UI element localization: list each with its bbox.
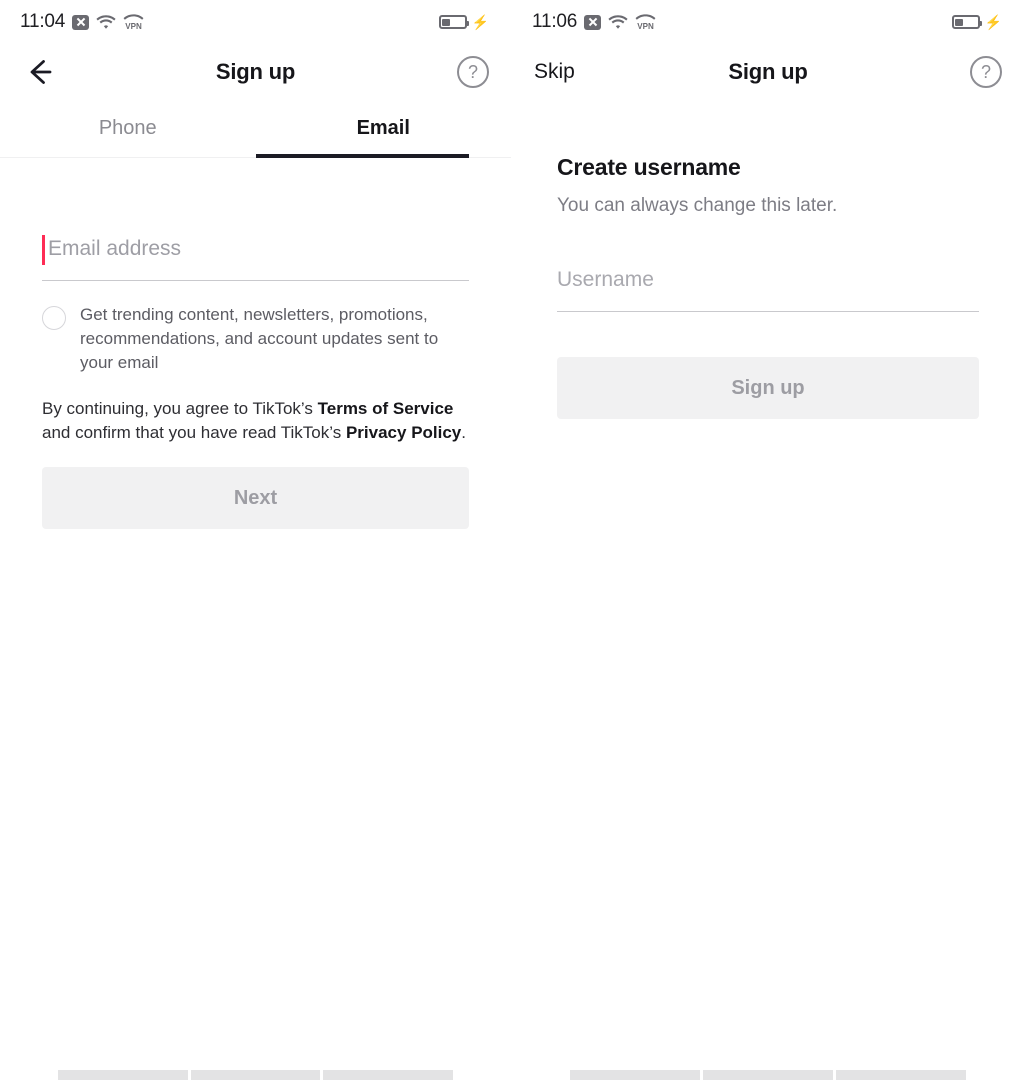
battery-icon xyxy=(438,15,469,29)
signup-button[interactable]: Sign up xyxy=(557,357,979,419)
nav-left-slot xyxy=(22,55,82,89)
system-navigation-bar-left xyxy=(0,1066,511,1080)
nav-bar-left: Sign up ? xyxy=(0,44,511,100)
status-time: 11:06 xyxy=(532,11,578,32)
nav-segment-recents[interactable] xyxy=(836,1070,966,1080)
battery-fill xyxy=(955,18,964,26)
nav-segment-home[interactable] xyxy=(703,1070,833,1080)
back-arrow-icon[interactable] xyxy=(22,55,56,89)
username-form: Create username You can always change th… xyxy=(512,154,1024,419)
wifi-icon xyxy=(608,14,628,30)
charging-bolt-icon: ⚡ xyxy=(471,14,489,30)
username-input-placeholder: Username xyxy=(557,268,654,291)
status-bar-right: 11:06 VPN ⚡ xyxy=(512,0,1024,44)
username-field[interactable]: Username xyxy=(557,265,979,312)
privacy-policy-link[interactable]: Privacy Policy xyxy=(346,423,461,442)
wifi-icon xyxy=(96,14,116,30)
battery-fill xyxy=(442,18,451,26)
marketing-consent-checkbox[interactable] xyxy=(42,306,66,330)
create-username-heading: Create username xyxy=(557,154,741,180)
nav-segment-back[interactable] xyxy=(58,1070,188,1080)
charging-bolt-icon: ⚡ xyxy=(984,14,1002,30)
system-navigation-bar-right xyxy=(512,1066,1024,1080)
status-bar-right-group-2: ⚡ xyxy=(951,14,1002,30)
terms-tail-text: . xyxy=(461,423,467,442)
help-circle-icon[interactable]: ? xyxy=(970,56,1002,88)
nav-bar-right: Skip Sign up ? xyxy=(512,44,1024,100)
tab-email[interactable]: Email xyxy=(255,100,512,158)
next-button[interactable]: Next xyxy=(42,467,469,529)
status-bar-right-group: ⚡ xyxy=(438,14,489,30)
terms-middle-text: and confirm that you have read TikTok’s xyxy=(42,423,346,442)
nav-segment-home[interactable] xyxy=(190,1070,321,1080)
terms-of-service-link[interactable]: Terms of Service xyxy=(318,399,454,418)
vpn-icon: VPN xyxy=(123,13,144,31)
svg-text:VPN: VPN xyxy=(125,21,142,30)
marketing-consent-label: Get trending content, newsletters, promo… xyxy=(80,305,439,372)
nav-segment-recents[interactable] xyxy=(323,1070,454,1080)
email-field[interactable]: Email address xyxy=(42,234,469,281)
svg-text:VPN: VPN xyxy=(637,21,654,30)
help-circle-icon[interactable]: ? xyxy=(457,56,489,88)
email-signup-form: Email address Get trending content, news… xyxy=(0,234,511,529)
skip-button[interactable]: Skip xyxy=(534,60,575,84)
battery-icon xyxy=(951,15,982,29)
nav-left-slot-2: Skip xyxy=(534,60,594,84)
terms-lead-text: By continuing, you agree to TikTok’s xyxy=(42,399,318,418)
status-time: 11:04 xyxy=(20,11,66,32)
email-input-placeholder: Email address xyxy=(48,237,182,260)
tab-phone[interactable]: Phone xyxy=(0,100,256,157)
dual-screenshot-container: 11:04 VPN ⚡ Sign up ? Phone Email Email … xyxy=(0,0,1024,1080)
text-caret xyxy=(42,235,45,265)
signup-email-screen: 11:04 VPN ⚡ Sign up ? Phone Email Email … xyxy=(0,0,512,1080)
terms-disclaimer: By continuing, you agree to TikTok’s Ter… xyxy=(42,397,469,445)
create-username-screen: 11:06 VPN ⚡ Skip Sign up ? Create userna… xyxy=(512,0,1024,1080)
create-username-subheading: You can always change this later. xyxy=(557,195,838,216)
marketing-consent-row[interactable]: Get trending content, newsletters, promo… xyxy=(42,303,469,375)
vpn-icon: VPN xyxy=(635,13,656,31)
status-bar-left: 11:04 VPN ⚡ xyxy=(0,0,511,44)
x-badge-icon xyxy=(72,14,90,30)
status-bar-left-group-2: 11:06 VPN xyxy=(532,11,656,33)
signup-method-tabs: Phone Email xyxy=(0,100,511,158)
nav-segment-back[interactable] xyxy=(570,1070,700,1080)
x-badge-icon xyxy=(584,14,602,30)
status-bar-left-group: 11:04 VPN xyxy=(20,11,144,33)
